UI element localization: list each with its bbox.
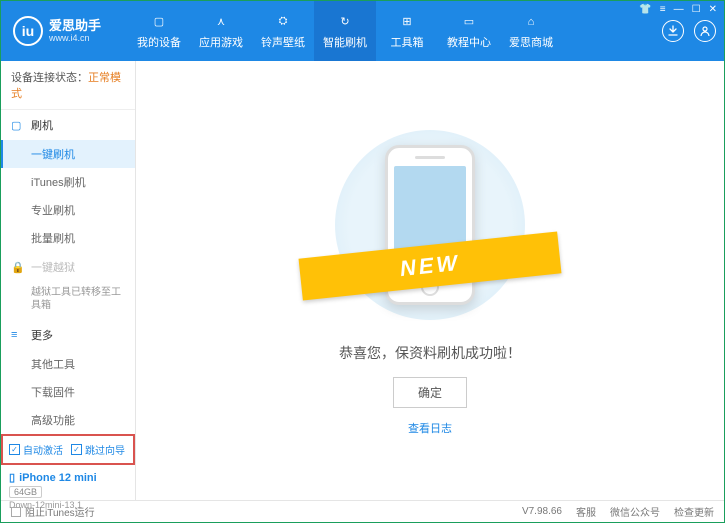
sidebar: 设备连接状态：正常模式 ▢ 刷机 一键刷机iTunes刷机专业刷机批量刷机 🔒 … [1, 61, 136, 500]
ok-button[interactable]: 确定 [393, 377, 467, 408]
jailbreak-note: 越狱工具已转移至工具箱 [1, 282, 135, 320]
section-flash[interactable]: ▢ 刷机 [1, 110, 135, 140]
user-icon[interactable] [694, 20, 716, 42]
main-nav: ▢我的设备⋏应用游戏⛭铃声壁纸↻智能刷机⊞工具箱▭教程中心⌂爱思商城 [128, 1, 662, 61]
nav-tutorials[interactable]: ▭教程中心 [438, 1, 500, 61]
version-label: V7.98.66 [522, 506, 562, 517]
app-name: 爱思助手 [49, 19, 101, 33]
window-controls: 👕 ≡ — ☐ ✕ [639, 4, 717, 15]
checkbox-icon: ✓ [71, 444, 82, 455]
sidebar-item-more-0[interactable]: 其他工具 [1, 350, 135, 378]
lock-icon: 🔒 [11, 261, 25, 274]
app-url: www.i4.cn [49, 33, 101, 43]
nav-ringtones[interactable]: ⛭铃声壁纸 [252, 1, 314, 61]
sidebar-item-flash-2[interactable]: 专业刷机 [1, 196, 135, 224]
wechat-link[interactable]: 微信公众号 [610, 504, 660, 519]
nav-tutorials-icon: ▭ [460, 13, 478, 31]
logo[interactable]: iu 爱思助手 www.i4.cn [13, 16, 128, 46]
nav-flash[interactable]: ↻智能刷机 [314, 1, 376, 61]
phone-icon: ▢ [11, 119, 25, 132]
logo-icon: iu [13, 16, 43, 46]
menu-icon: ≡ [11, 329, 25, 341]
download-icon[interactable] [662, 20, 684, 42]
nav-flash-icon: ↻ [336, 13, 354, 31]
check-auto-activate[interactable]: ✓ 自动激活 [9, 442, 63, 457]
nav-apps[interactable]: ⋏应用游戏 [190, 1, 252, 61]
check-skip-guide[interactable]: ✓ 跳过向导 [71, 442, 125, 457]
maximize-icon[interactable]: ☐ [692, 4, 701, 15]
device-capacity: 64GB [9, 486, 42, 498]
checkbox-icon: ✓ [9, 444, 20, 455]
nav-toolbox-icon: ⊞ [398, 13, 416, 31]
success-illustration: NEW [330, 125, 530, 325]
close-icon[interactable]: ✕ [709, 4, 717, 15]
nav-apps-icon: ⋏ [212, 13, 230, 31]
nav-toolbox[interactable]: ⊞工具箱 [376, 1, 438, 61]
header-right [662, 20, 716, 42]
sidebar-item-flash-1[interactable]: iTunes刷机 [1, 168, 135, 196]
skin-icon[interactable]: 👕 [639, 4, 651, 15]
section-more[interactable]: ≡ 更多 [1, 320, 135, 350]
header: iu 爱思助手 www.i4.cn ▢我的设备⋏应用游戏⛭铃声壁纸↻智能刷机⊞工… [1, 1, 724, 61]
success-message: 恭喜您，保资料刷机成功啦！ [339, 343, 521, 363]
sidebar-item-flash-0[interactable]: 一键刷机 [1, 140, 135, 168]
connection-status: 设备连接状态：正常模式 [1, 61, 135, 110]
update-link[interactable]: 检查更新 [674, 504, 714, 519]
checkbox-icon [11, 507, 21, 517]
service-link[interactable]: 客服 [576, 504, 596, 519]
sidebar-item-more-1[interactable]: 下载固件 [1, 378, 135, 406]
view-log-link[interactable]: 查看日志 [408, 420, 452, 436]
nav-ringtones-icon: ⛭ [274, 13, 292, 31]
main-content: NEW 恭喜您，保资料刷机成功啦！ 确定 查看日志 [136, 61, 724, 500]
minimize-icon[interactable]: — [674, 4, 684, 15]
nav-device[interactable]: ▢我的设备 [128, 1, 190, 61]
nav-store[interactable]: ⌂爱思商城 [500, 1, 562, 61]
nav-device-icon: ▢ [150, 13, 168, 31]
sidebar-item-flash-3[interactable]: 批量刷机 [1, 224, 135, 252]
device-name: iPhone 12 mini [19, 472, 97, 484]
sidebar-checks: ✓ 自动激活 ✓ 跳过向导 [1, 434, 135, 465]
nav-store-icon: ⌂ [522, 13, 540, 31]
menu-icon[interactable]: ≡ [660, 4, 666, 15]
device-icon: ▯ [9, 471, 15, 484]
block-itunes-check[interactable]: 阻止iTunes运行 [11, 504, 95, 519]
section-jailbreak: 🔒 一键越狱 [1, 252, 135, 282]
sidebar-item-more-2[interactable]: 高级功能 [1, 406, 135, 434]
status-label: 设备连接状态： [11, 72, 88, 84]
